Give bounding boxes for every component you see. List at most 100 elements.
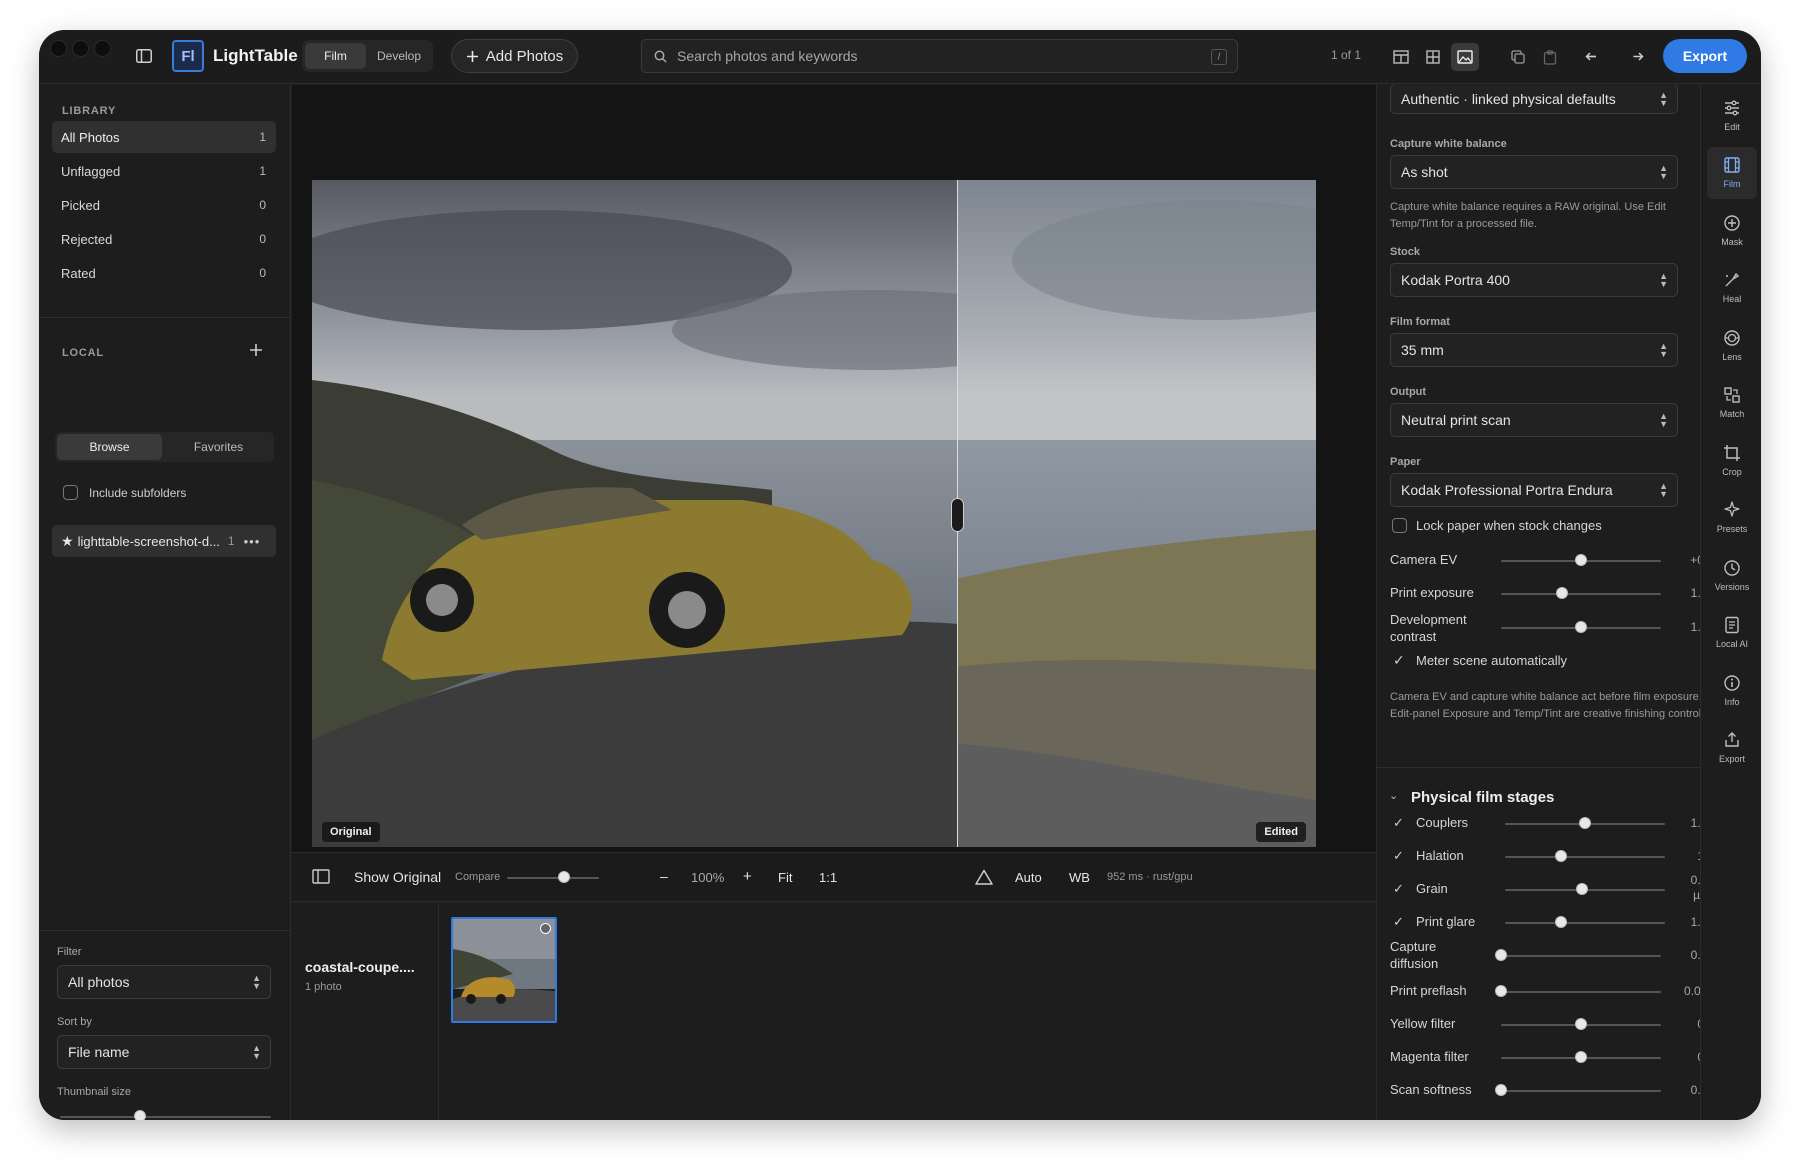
close-window-button[interactable] (50, 40, 67, 57)
compare-handle[interactable] (951, 498, 964, 532)
folder-item[interactable]: ★ lighttable-screenshot-d... 1 ••• (52, 525, 276, 557)
film-stage-knob[interactable] (1495, 985, 1507, 997)
one-to-one-button[interactable]: 1:1 (819, 870, 837, 885)
physical-film-stages-heading[interactable]: Physical film stages (1411, 789, 1554, 806)
capture-wb-value: As shot (1401, 164, 1448, 180)
rail-item-film[interactable]: Film (1707, 146, 1757, 199)
film-stage-knob[interactable] (1575, 883, 1588, 895)
checkmark-icon[interactable]: ✓ (1393, 881, 1404, 897)
rail-item-presets[interactable]: Presets (1707, 492, 1757, 544)
loupe-view-icon[interactable] (1451, 43, 1479, 71)
redo-icon[interactable] (1622, 43, 1650, 71)
film-stage-knob[interactable] (1495, 1084, 1507, 1096)
checkmark-icon[interactable]: ✓ (1393, 848, 1404, 864)
output-select[interactable]: Neutral print scan ▲ ▼ (1390, 403, 1678, 437)
include-subfolders-checkbox[interactable] (63, 485, 78, 500)
compare-slider[interactable] (507, 877, 599, 879)
add-photos-button[interactable]: Add Photos (451, 39, 578, 73)
sidebar-toggle-icon[interactable] (132, 44, 156, 68)
viewer-bottom-bar: Show Original Compare – 100% + Fit 1:1 A… (292, 852, 1376, 902)
film-stage-knob[interactable] (1555, 916, 1567, 928)
rail-item-versions[interactable]: Versions (1707, 549, 1757, 601)
lock-paper-checkbox[interactable] (1392, 518, 1407, 533)
thumbnail-size-knob[interactable] (134, 1110, 147, 1120)
fit-button[interactable]: Fit (778, 870, 792, 885)
film-stage-knob[interactable] (1579, 817, 1591, 829)
compare-knob[interactable] (558, 871, 571, 883)
zoom-in-button[interactable]: + (743, 868, 752, 885)
checkmark-icon[interactable]: ✓ (1393, 914, 1404, 930)
paste-settings-icon[interactable] (1536, 43, 1564, 71)
rail-item-crop[interactable]: Crop (1707, 434, 1757, 486)
film-stage-slider[interactable] (1501, 1090, 1661, 1092)
checkmark-icon[interactable]: ✓ (1393, 652, 1405, 669)
rail-item-heal[interactable]: Heal (1707, 262, 1757, 314)
rail-item-edit[interactable]: Edit (1707, 89, 1757, 141)
rail-item-local-ai[interactable]: Local AI (1707, 607, 1757, 659)
zoom-out-button[interactable]: – (660, 868, 668, 884)
show-original-button[interactable]: Show Original (354, 869, 441, 885)
rail-item-mask[interactable]: Mask (1707, 204, 1757, 256)
film-stage-knob[interactable] (1555, 850, 1567, 862)
export-button[interactable]: Export (1663, 39, 1747, 73)
photo-thumbnail[interactable] (451, 917, 557, 1023)
stock-select[interactable]: Kodak Portra 400 ▲ ▼ (1390, 263, 1678, 297)
library-item-all-photos[interactable]: All Photos 1 (52, 121, 276, 153)
checkmark-icon[interactable]: ✓ (1393, 815, 1404, 831)
match-icon (1724, 387, 1740, 403)
filter-select[interactable]: All photos ▲ ▼ (57, 965, 271, 999)
film-stage-slider[interactable] (1501, 991, 1661, 993)
tab-develop[interactable]: Develop (368, 43, 430, 69)
clipping-warning-icon[interactable] (975, 869, 993, 890)
search-input[interactable]: Search photos and keywords / (641, 39, 1238, 73)
camera-ev-knob[interactable] (1575, 554, 1587, 566)
film-stage-slider[interactable] (1505, 856, 1665, 858)
tab-film[interactable]: Film (305, 43, 366, 69)
development-contrast-knob[interactable] (1575, 621, 1587, 633)
print-exposure-slider[interactable] (1501, 593, 1661, 595)
sort-select[interactable]: File name ▲ ▼ (57, 1035, 271, 1069)
compare-label: Compare (455, 871, 501, 883)
grid-view-icon[interactable] (1419, 43, 1447, 71)
white-balance-button[interactable]: WB (1069, 870, 1090, 885)
rail-item-lens[interactable]: Lens (1707, 319, 1757, 371)
library-item-unflagged[interactable]: Unflagged 1 (52, 155, 276, 187)
library-item-picked[interactable]: Picked 0 (52, 189, 276, 221)
more-icon[interactable]: ••• (244, 534, 261, 549)
film-stage-knob[interactable] (1575, 1018, 1587, 1030)
crop-icon (1724, 444, 1740, 461)
search-shortcut: / (1211, 49, 1227, 65)
library-item-rejected[interactable]: Rejected 0 (52, 223, 276, 255)
auto-button[interactable]: Auto (1015, 870, 1042, 885)
edited-tag: Edited (1256, 822, 1306, 842)
select-circle-icon[interactable] (540, 923, 551, 934)
film-stage-slider[interactable] (1501, 955, 1661, 957)
filmstrip-toggle-icon[interactable] (312, 869, 330, 889)
rail-item-info[interactable]: Info (1707, 664, 1757, 716)
zoom-window-button[interactable] (94, 40, 111, 57)
library-item-rated[interactable]: Rated 0 (52, 257, 276, 289)
chevron-down-icon[interactable]: ⌄ (1389, 789, 1398, 802)
film-stage-knob[interactable] (1495, 949, 1507, 961)
copy-settings-icon[interactable] (1504, 43, 1532, 71)
original-tag: Original (322, 822, 380, 842)
add-folder-icon[interactable] (249, 343, 267, 361)
film-stage-knob[interactable] (1575, 1051, 1587, 1063)
rail-item-export[interactable]: Export (1707, 722, 1757, 774)
rail-item-match[interactable]: Match (1707, 377, 1757, 429)
photo-canvas[interactable]: Original Edited (312, 180, 1316, 847)
film-format-select[interactable]: 35 mm ▲ ▼ (1390, 333, 1678, 367)
tab-favorites[interactable]: Favorites (166, 434, 271, 460)
undo-icon[interactable] (1579, 43, 1607, 71)
film-stage-slider[interactable] (1505, 922, 1665, 924)
thumbnail-size-slider[interactable] (60, 1116, 271, 1118)
film-stage-label: Magenta filter (1390, 1049, 1469, 1064)
preset-select[interactable]: Authentic · linked physical defaults ▲ ▼ (1390, 85, 1678, 114)
print-exposure-knob[interactable] (1555, 587, 1568, 599)
library-item-count: 0 (259, 232, 266, 246)
minimize-window-button[interactable] (72, 40, 89, 57)
compare-view-icon[interactable] (1387, 43, 1415, 71)
capture-wb-select[interactable]: As shot ▲ ▼ (1390, 155, 1678, 189)
paper-select[interactable]: Kodak Professional Portra Endura ▲ ▼ (1390, 473, 1678, 507)
tab-browse[interactable]: Browse (57, 434, 162, 460)
